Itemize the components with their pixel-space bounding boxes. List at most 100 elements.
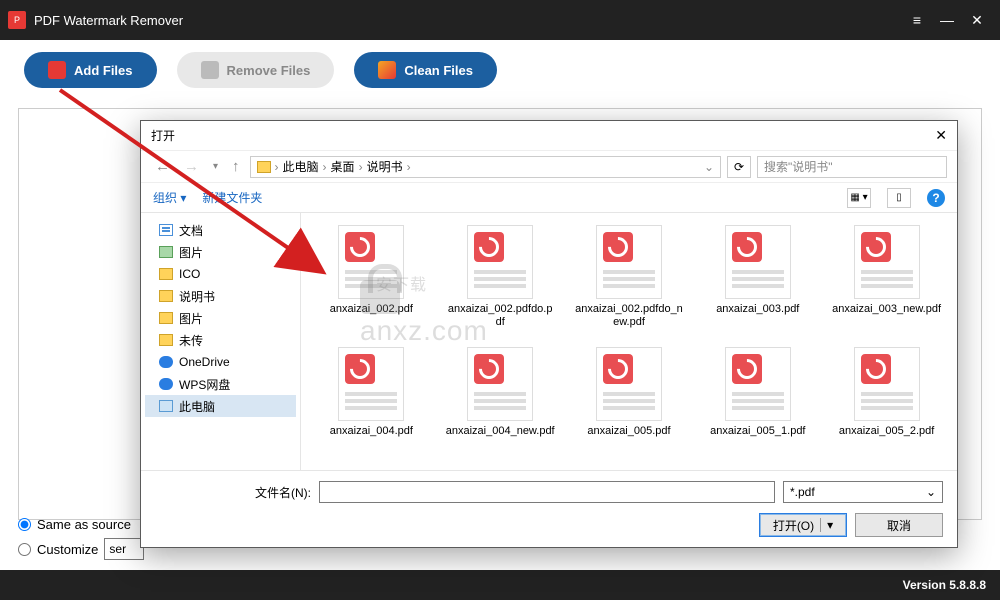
file-thumbnail: [467, 225, 533, 299]
file-item[interactable]: anxaizai_005.pdf: [567, 343, 692, 461]
pdf-badge-icon: [345, 232, 375, 262]
pdf-badge-icon: [474, 232, 504, 262]
dialog-titlebar: 打开 ✕: [141, 121, 957, 151]
add-files-button[interactable]: Add Files: [24, 52, 157, 88]
organize-menu[interactable]: 组织 ▾: [153, 189, 186, 206]
titlebar: P PDF Watermark Remover ≡ — ✕: [0, 0, 1000, 40]
file-name: anxaizai_003_new.pdf: [832, 303, 941, 316]
tree-node[interactable]: OneDrive: [145, 351, 296, 373]
same-radio[interactable]: [18, 518, 31, 531]
file-name: anxaizai_005_1.pdf: [710, 425, 805, 438]
chevron-down-icon: ⌄: [926, 485, 936, 499]
clean-icon: [378, 61, 396, 79]
file-thumbnail: [854, 347, 920, 421]
file-item[interactable]: anxaizai_005_1.pdf: [695, 343, 820, 461]
view-mode-button[interactable]: ▦ ▾: [847, 188, 871, 208]
tree-node[interactable]: 此电脑: [145, 395, 296, 417]
file-item[interactable]: anxaizai_003.pdf: [695, 221, 820, 339]
tree-node[interactable]: 未传: [145, 329, 296, 351]
search-placeholder: 搜索"说明书": [764, 158, 833, 175]
tree-label: ICO: [179, 267, 200, 281]
file-name: anxaizai_002.pdfdo_new.pdf: [574, 303, 684, 329]
customize-radio[interactable]: [18, 543, 31, 556]
filter-dropdown[interactable]: *.pdf ⌄: [783, 481, 943, 503]
breadcrumb[interactable]: ›此电脑 ›桌面 ›说明书 › ⌄: [250, 156, 721, 178]
tree-node[interactable]: 图片: [145, 241, 296, 263]
customize-option[interactable]: Customize: [18, 538, 144, 560]
customize-label: Customize: [37, 542, 98, 557]
folder-tree: 文档图片ICO说明书图片未传OneDriveWPS网盘此电脑: [141, 213, 301, 470]
status-bar: Version 5.8.8.8: [0, 570, 1000, 600]
tree-label: 未传: [179, 332, 203, 349]
folder-icon: [257, 161, 271, 173]
tree-node[interactable]: WPS网盘: [145, 373, 296, 395]
help-button[interactable]: ?: [927, 189, 945, 207]
filename-label: 文件名(N):: [255, 484, 311, 501]
add-files-label: Add Files: [74, 63, 133, 78]
file-item[interactable]: anxaizai_005_2.pdf: [824, 343, 949, 461]
pdf-badge-icon: [603, 232, 633, 262]
file-item[interactable]: anxaizai_004.pdf: [309, 343, 434, 461]
file-thumbnail: [596, 225, 662, 299]
preview-pane-button[interactable]: ▯: [887, 188, 911, 208]
filter-value: *.pdf: [790, 485, 815, 499]
file-item[interactable]: anxaizai_004_new.pdf: [438, 343, 563, 461]
version-label: Version 5.8.8.8: [903, 578, 986, 592]
file-thumbnail: [596, 347, 662, 421]
pdf-badge-icon: [732, 232, 762, 262]
tree-label: 此电脑: [179, 398, 215, 415]
filename-input[interactable]: [319, 481, 775, 503]
tree-label: 图片: [179, 244, 203, 261]
remove-files-label: Remove Files: [227, 63, 311, 78]
doc-icon: [159, 224, 173, 236]
file-name: anxaizai_004.pdf: [330, 425, 413, 438]
nav-recent-button[interactable]: ▾: [209, 161, 222, 172]
nav-up-button[interactable]: ↑: [228, 158, 244, 175]
open-button[interactable]: 打开(O) ▾: [759, 513, 847, 537]
cancel-button[interactable]: 取消: [855, 513, 943, 537]
fld-icon: [159, 334, 173, 346]
close-button[interactable]: ✕: [962, 12, 992, 29]
file-thumbnail: [338, 347, 404, 421]
file-item[interactable]: anxaizai_002.pdfdo_new.pdf: [567, 221, 692, 339]
pdf-icon: [48, 61, 66, 79]
fld-icon: [159, 312, 173, 324]
nav-forward-button[interactable]: →: [180, 158, 203, 175]
remove-files-button[interactable]: Remove Files: [177, 52, 335, 88]
search-input[interactable]: 搜索"说明书": [757, 156, 947, 178]
file-thumbnail: [338, 225, 404, 299]
clean-files-button[interactable]: Clean Files: [354, 52, 497, 88]
customize-path-input[interactable]: [104, 538, 144, 560]
chevron-down-icon[interactable]: ⌄: [704, 160, 714, 174]
file-item[interactable]: anxaizai_003_new.pdf: [824, 221, 949, 339]
tree-node[interactable]: 说明书: [145, 285, 296, 307]
menu-button[interactable]: ≡: [902, 12, 932, 28]
dialog-toolbar: 组织 ▾ 新建文件夹 ▦ ▾ ▯ ?: [141, 183, 957, 213]
file-item[interactable]: anxaizai_002.pdf: [309, 221, 434, 339]
trash-icon: [201, 61, 219, 79]
tree-label: 文档: [179, 222, 203, 239]
crumb-0[interactable]: 此电脑: [283, 158, 319, 175]
file-open-dialog: 打开 ✕ ← → ▾ ↑ ›此电脑 ›桌面 ›说明书 › ⌄ ⟳ 搜索"说明书"…: [140, 120, 958, 548]
dialog-bottom: 文件名(N): *.pdf ⌄ 打开(O) ▾ 取消: [141, 470, 957, 547]
tree-node[interactable]: 文档: [145, 219, 296, 241]
file-item[interactable]: anxaizai_002.pdfdo.pdf: [438, 221, 563, 339]
pdf-badge-icon: [861, 232, 891, 262]
tree-node[interactable]: ICO: [145, 263, 296, 285]
tree-label: OneDrive: [179, 355, 230, 369]
crumb-2[interactable]: 说明书: [367, 158, 403, 175]
same-as-source-option[interactable]: Same as source: [18, 517, 144, 532]
crumb-1[interactable]: 桌面: [331, 158, 355, 175]
refresh-button[interactable]: ⟳: [727, 156, 751, 178]
minimize-button[interactable]: —: [932, 12, 962, 28]
tree-node[interactable]: 图片: [145, 307, 296, 329]
pdf-badge-icon: [732, 354, 762, 384]
file-name: anxaizai_002.pdf: [330, 303, 413, 316]
dialog-close-button[interactable]: ✕: [935, 127, 947, 144]
new-folder-button[interactable]: 新建文件夹: [202, 189, 262, 206]
pdf-badge-icon: [861, 354, 891, 384]
clean-files-label: Clean Files: [404, 63, 473, 78]
pdf-badge-icon: [474, 354, 504, 384]
file-name: anxaizai_002.pdfdo.pdf: [445, 303, 555, 329]
nav-back-button[interactable]: ←: [151, 158, 174, 175]
